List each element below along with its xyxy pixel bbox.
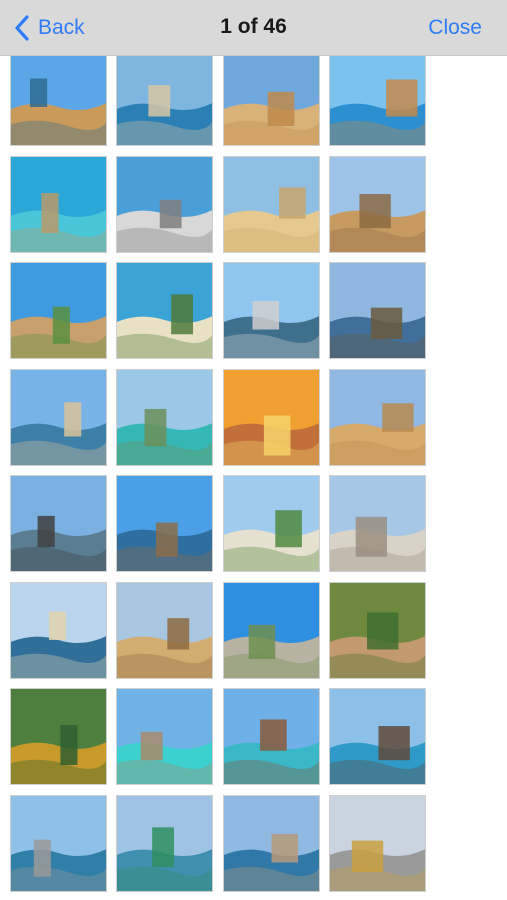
photo-palace-of-fine-arts[interactable]: [329, 794, 426, 892]
photo-golden-pavilion[interactable]: [10, 688, 107, 785]
photo-city-skyline-dome[interactable]: [329, 368, 426, 466]
photo-hilltop-citadel[interactable]: [10, 262, 107, 359]
photo-lagoon-boats[interactable]: [10, 155, 107, 253]
photo-ancient-columns[interactable]: [329, 475, 426, 572]
photo-domed-church[interactable]: [223, 155, 320, 253]
photo-turquoise-bay[interactable]: [116, 368, 213, 466]
photo-narrow-street[interactable]: [329, 155, 426, 253]
photo-azure-window[interactable]: [329, 55, 426, 146]
photo-fishing-boat[interactable]: [116, 794, 213, 892]
photo-island-cove[interactable]: [329, 688, 426, 785]
photo-rock-arch[interactable]: [223, 794, 320, 892]
photo-cave-garden[interactable]: [329, 581, 426, 679]
photo-seafront-city[interactable]: [10, 368, 107, 466]
photo-fortified-town[interactable]: [116, 581, 213, 679]
photo-rocky-coast[interactable]: [10, 794, 107, 892]
photo-bay-aerial[interactable]: [116, 55, 213, 146]
photo-rocky-lagoon[interactable]: [223, 688, 320, 785]
navigation-bar: Back 1 of 46 Close: [0, 0, 507, 56]
photo-lamp-post-coast[interactable]: [116, 475, 213, 572]
photo-beach-cliffs[interactable]: [116, 262, 213, 359]
photo-cathedral-facade[interactable]: [223, 55, 320, 146]
photo-sea-cave[interactable]: [116, 155, 213, 253]
photo-stone-bridge[interactable]: [10, 475, 107, 572]
photo-balcony-harbour[interactable]: [329, 262, 426, 359]
photo-turquoise-shore[interactable]: [116, 688, 213, 785]
photo-harbour-church[interactable]: [10, 55, 107, 146]
photo-city-towers[interactable]: [223, 262, 320, 359]
photo-colosseum-sunset[interactable]: [223, 368, 320, 466]
close-button[interactable]: Close: [428, 16, 482, 40]
photo-marina-boats[interactable]: [10, 581, 107, 679]
photo-megalithic-temple[interactable]: [223, 581, 320, 679]
photo-palace-garden[interactable]: [223, 475, 320, 572]
photo-grid: [0, 55, 507, 900]
